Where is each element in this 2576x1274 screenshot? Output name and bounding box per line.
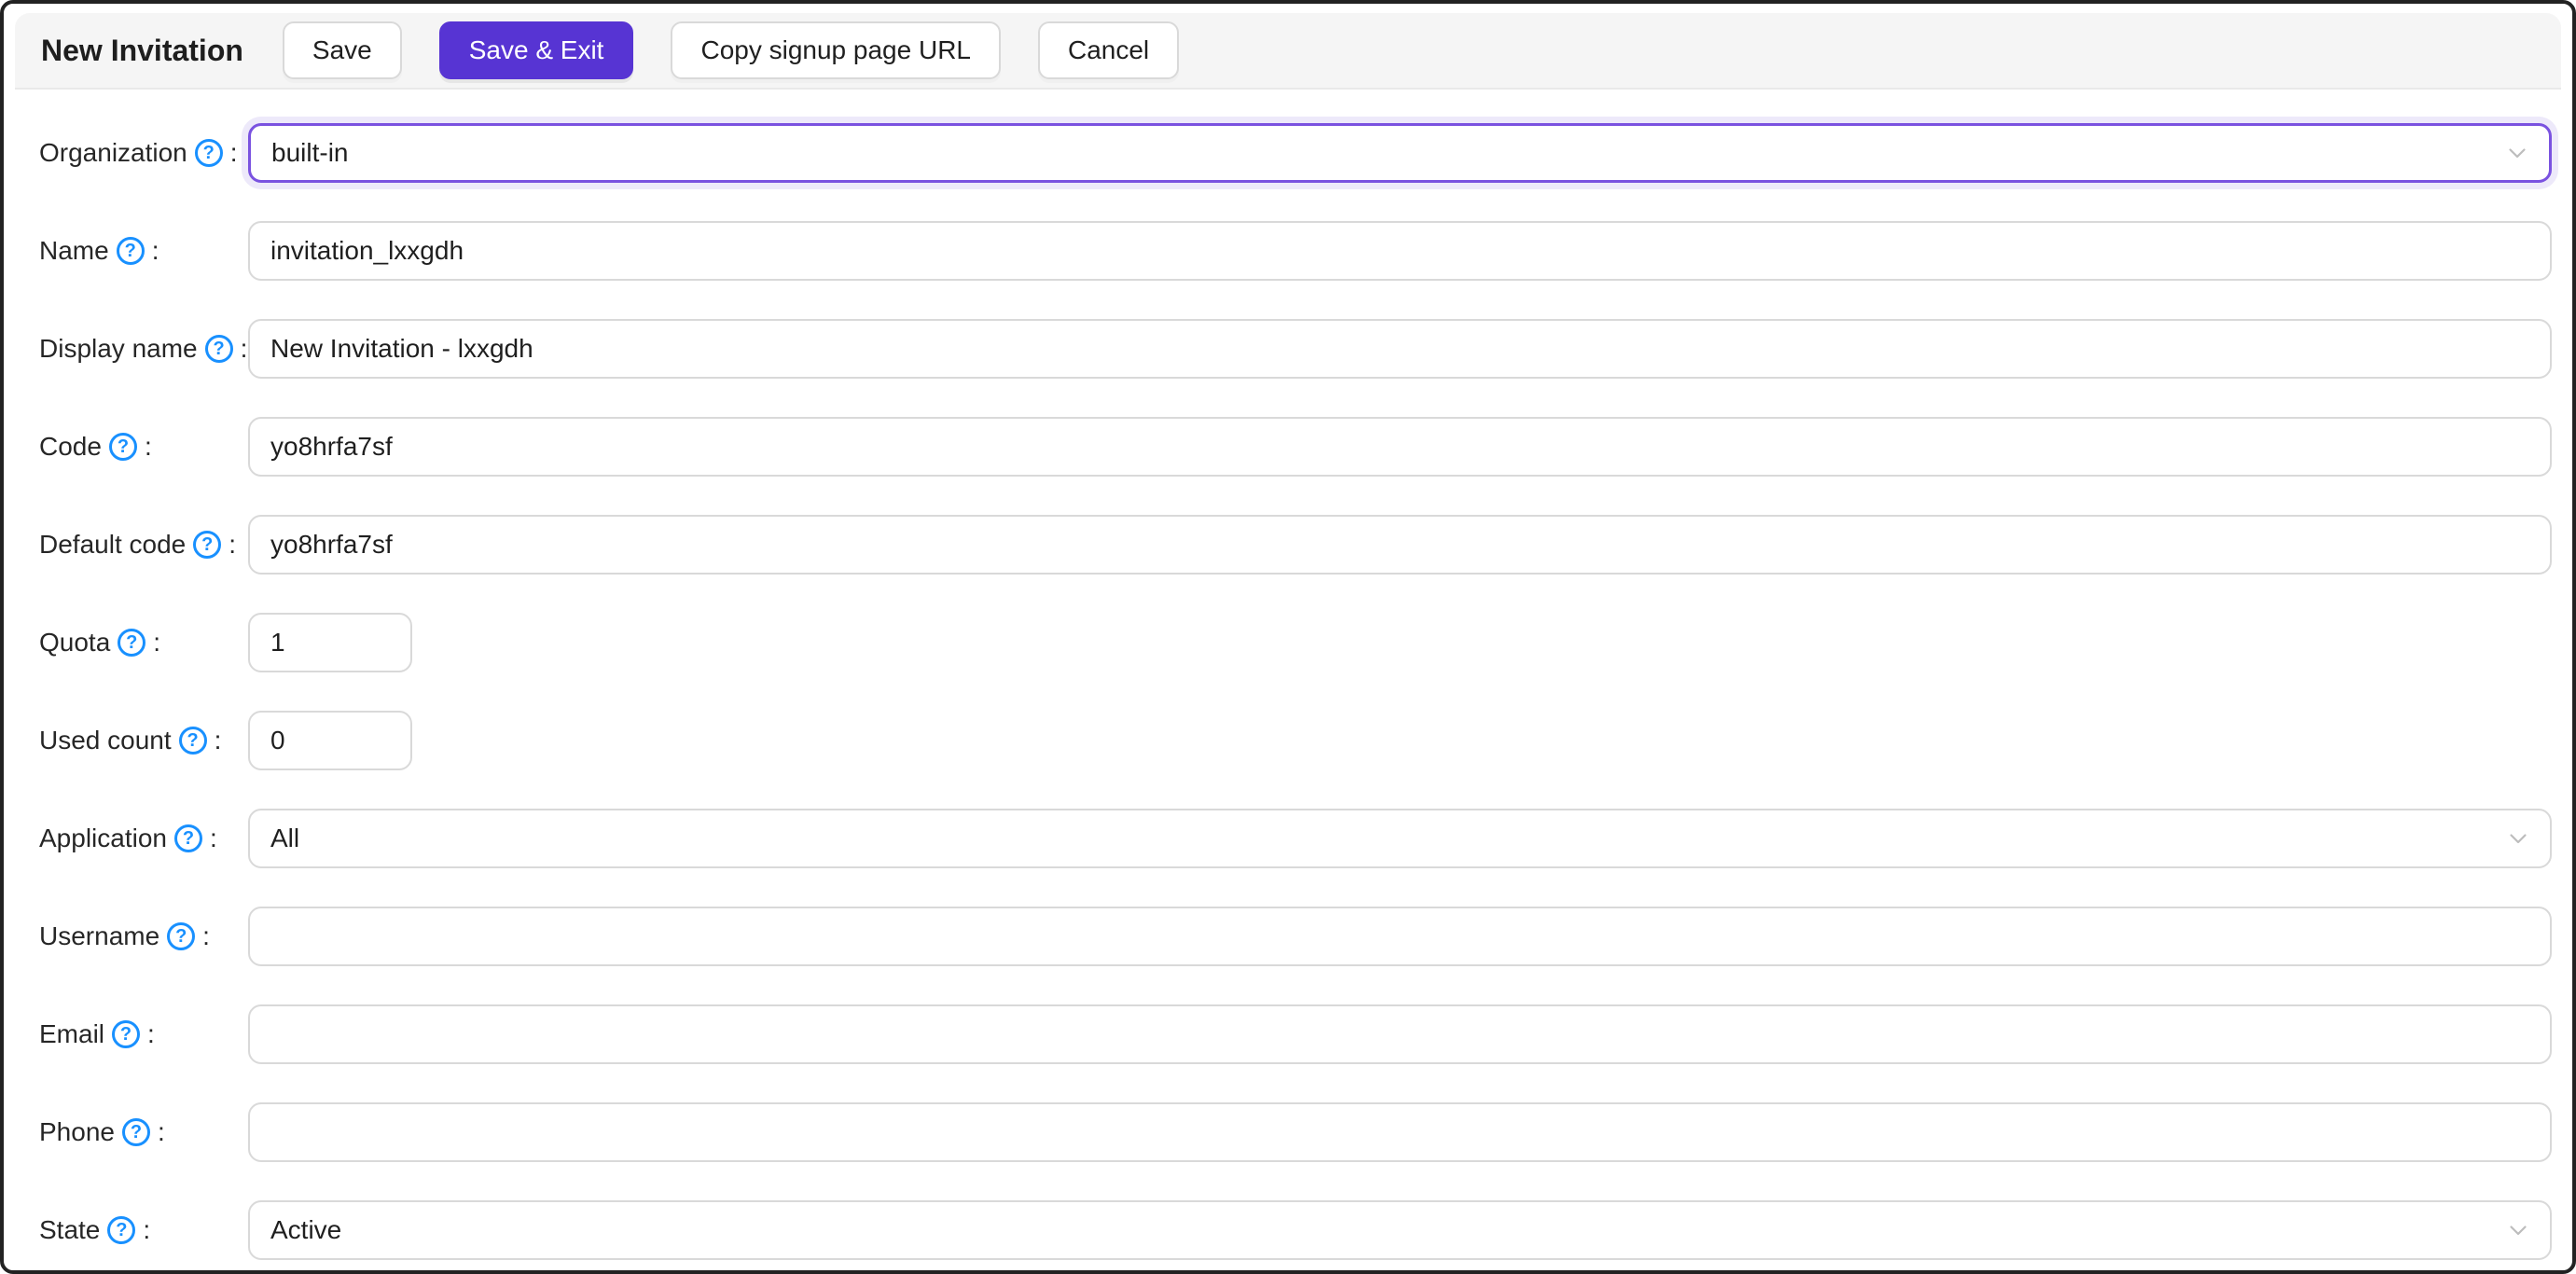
form-row-name: Name ? : bbox=[39, 221, 2552, 281]
help-circle-icon[interactable]: ? bbox=[121, 1118, 150, 1146]
field-label-cell: Code ? : bbox=[39, 432, 248, 462]
field-control-cell bbox=[248, 1102, 2552, 1162]
field-control-cell: Active bbox=[248, 1200, 2552, 1260]
form-row-default-code: Default code ? : bbox=[39, 515, 2552, 575]
label-colon: : bbox=[151, 236, 159, 265]
field-label-cell: Application ? : bbox=[39, 824, 248, 853]
label-colon: : bbox=[143, 1215, 151, 1244]
form-row-display-name: Display name ? : bbox=[39, 319, 2552, 379]
form-row-username: Username ? : bbox=[39, 907, 2552, 966]
help-circle-icon[interactable]: ? bbox=[204, 335, 233, 363]
help-circle-icon[interactable]: ? bbox=[167, 922, 196, 950]
field-label-cell: Name ? : bbox=[39, 236, 248, 266]
label-colon: : bbox=[147, 1019, 155, 1048]
username-input[interactable] bbox=[248, 907, 2552, 966]
form-row-quota: Quota ? : bbox=[39, 613, 2552, 672]
help-circle-icon[interactable]: ? bbox=[116, 237, 145, 265]
field-control-cell bbox=[248, 319, 2552, 379]
label-colon: : bbox=[202, 921, 210, 950]
phone-input[interactable] bbox=[248, 1102, 2552, 1162]
help-circle-icon[interactable]: ? bbox=[108, 433, 137, 461]
page-title: New Invitation bbox=[41, 33, 243, 67]
field-control-cell bbox=[248, 417, 2552, 477]
field-control-cell bbox=[248, 515, 2552, 575]
application-select-value: All bbox=[270, 824, 300, 852]
field-label-cell: Quota ? : bbox=[39, 628, 248, 658]
label-colon: : bbox=[157, 1117, 165, 1146]
field-label: Quota bbox=[39, 628, 111, 657]
organization-select[interactable]: built-in bbox=[248, 123, 2552, 183]
form-row-used-count: Used count ? : bbox=[39, 711, 2552, 770]
field-label: Display name bbox=[39, 334, 198, 363]
default-code-input[interactable] bbox=[248, 515, 2552, 575]
organization-select-value: built-in bbox=[271, 138, 349, 167]
label-colon: : bbox=[229, 530, 236, 559]
page-header: New Invitation Save Save & Exit Copy sig… bbox=[15, 13, 2561, 90]
form-row-email: Email ? : bbox=[39, 1004, 2552, 1064]
help-circle-icon[interactable]: ? bbox=[107, 1216, 136, 1244]
form-row-application: Application ? : All bbox=[39, 809, 2552, 868]
field-label: Name bbox=[39, 236, 109, 265]
help-circle-icon[interactable]: ? bbox=[112, 1020, 141, 1048]
label-colon: : bbox=[240, 334, 248, 363]
used-count-input[interactable] bbox=[248, 711, 412, 770]
chevron-down-icon bbox=[2506, 142, 2528, 164]
label-colon: : bbox=[209, 824, 217, 852]
quota-input[interactable] bbox=[248, 613, 412, 672]
state-select[interactable]: Active bbox=[248, 1200, 2552, 1260]
field-label: Username bbox=[39, 921, 160, 950]
help-circle-icon[interactable]: ? bbox=[194, 139, 223, 167]
help-circle-icon[interactable]: ? bbox=[193, 531, 222, 559]
field-label: Default code bbox=[39, 530, 187, 559]
display-name-input[interactable] bbox=[248, 319, 2552, 379]
email-input[interactable] bbox=[248, 1004, 2552, 1064]
field-label: Application bbox=[39, 824, 167, 852]
field-label: Email bbox=[39, 1019, 105, 1048]
save-button[interactable]: Save bbox=[282, 21, 402, 79]
field-label-cell: Email ? : bbox=[39, 1019, 248, 1049]
field-label-cell: State ? : bbox=[39, 1215, 248, 1245]
field-label-cell: Username ? : bbox=[39, 921, 248, 951]
form-row-organization: Organization ? : built-in bbox=[39, 123, 2552, 183]
code-input[interactable] bbox=[248, 417, 2552, 477]
label-colon: : bbox=[214, 726, 222, 755]
field-label: State bbox=[39, 1215, 101, 1244]
label-colon: : bbox=[144, 432, 152, 461]
label-colon: : bbox=[153, 628, 161, 657]
field-control-cell bbox=[248, 613, 2552, 672]
invitation-form: Organization ? : built-in Name ? : Displ… bbox=[4, 90, 2572, 1260]
chevron-down-icon bbox=[2507, 827, 2529, 850]
form-row-phone: Phone ? : bbox=[39, 1102, 2552, 1162]
field-label-cell: Display name ? : bbox=[39, 334, 248, 364]
application-select[interactable]: All bbox=[248, 809, 2552, 868]
save-and-exit-button[interactable]: Save & Exit bbox=[438, 21, 634, 79]
field-control-cell bbox=[248, 221, 2552, 281]
cancel-button[interactable]: Cancel bbox=[1037, 21, 1180, 79]
field-control-cell: All bbox=[248, 809, 2552, 868]
field-label: Organization bbox=[39, 138, 187, 167]
form-row-state: State ? : Active bbox=[39, 1200, 2552, 1260]
field-label: Used count bbox=[39, 726, 172, 755]
name-input[interactable] bbox=[248, 221, 2552, 281]
field-control-cell bbox=[248, 1004, 2552, 1064]
state-select-value: Active bbox=[270, 1215, 342, 1244]
copy-signup-page-url-button[interactable]: Copy signup page URL bbox=[671, 21, 1001, 79]
invitation-edit-page: New Invitation Save Save & Exit Copy sig… bbox=[0, 0, 2576, 1274]
field-label-cell: Organization ? : bbox=[39, 138, 248, 168]
field-label-cell: Phone ? : bbox=[39, 1117, 248, 1147]
chevron-down-icon bbox=[2507, 1219, 2529, 1241]
field-label-cell: Default code ? : bbox=[39, 530, 248, 560]
form-row-code: Code ? : bbox=[39, 417, 2552, 477]
label-colon: : bbox=[229, 138, 238, 167]
field-control-cell: built-in bbox=[248, 123, 2552, 183]
help-circle-icon[interactable]: ? bbox=[173, 824, 202, 852]
field-label-cell: Used count ? : bbox=[39, 726, 248, 755]
field-control-cell bbox=[248, 907, 2552, 966]
help-circle-icon[interactable]: ? bbox=[178, 727, 207, 755]
field-label: Code bbox=[39, 432, 102, 461]
help-circle-icon[interactable]: ? bbox=[118, 629, 146, 657]
field-label: Phone bbox=[39, 1117, 115, 1146]
field-control-cell bbox=[248, 711, 2552, 770]
